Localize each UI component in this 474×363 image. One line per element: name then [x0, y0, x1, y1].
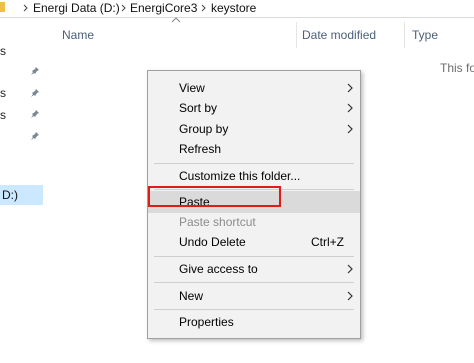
menu-separator	[154, 282, 354, 283]
menu-item-paste-shortcut[interactable]: Paste shortcut	[148, 211, 360, 233]
menu-item-sort-by[interactable]: Sort by	[148, 97, 360, 119]
folder-edge-icon	[0, 2, 5, 12]
pin-icon[interactable]	[30, 131, 40, 141]
chevron-right-icon	[347, 124, 353, 134]
menu-item-properties[interactable]: Properties	[148, 311, 360, 333]
menu-item-view[interactable]: View	[148, 77, 360, 99]
menu-item-undo-delete[interactable]: Undo Delete Ctrl+Z	[148, 231, 360, 253]
column-header-date-modified[interactable]: Date modified	[302, 28, 376, 42]
menu-item-label: Paste shortcut	[179, 215, 256, 229]
nav-item-label: D:)	[2, 188, 18, 202]
sort-up-icon	[171, 17, 181, 23]
chevron-right-icon[interactable]	[200, 0, 208, 19]
breadcrumb-item-keystore[interactable]: keystore	[211, 1, 256, 15]
address-bar[interactable]: Energi Data (D:) EnergiCore3 keystore	[0, 0, 474, 18]
menu-item-give-access[interactable]: Give access to	[148, 258, 360, 280]
pin-icon[interactable]	[30, 109, 40, 119]
chevron-right-icon	[347, 264, 353, 274]
menu-item-label: Group by	[179, 122, 229, 136]
column-header-name[interactable]: Name	[62, 28, 94, 42]
menu-item-label: View	[179, 81, 205, 95]
column-divider[interactable]	[404, 22, 405, 48]
menu-separator	[154, 256, 354, 257]
breadcrumb-item-energicore3[interactable]: EnergiCore3	[130, 1, 197, 15]
menu-item-label: Undo Delete	[179, 235, 246, 249]
menu-item-label: New	[179, 289, 204, 303]
breadcrumb-left-edge	[0, 0, 8, 18]
column-divider[interactable]	[296, 22, 297, 48]
menu-item-refresh[interactable]: Refresh	[148, 138, 360, 160]
chevron-right-icon	[347, 103, 353, 113]
menu-separator	[154, 309, 354, 310]
menu-item-group-by[interactable]: Group by	[148, 118, 360, 140]
chevron-right-icon	[347, 83, 353, 93]
empty-folder-message: This fo	[440, 61, 474, 75]
nav-item-fragment[interactable]: s	[0, 108, 6, 122]
paste-highlight-box	[148, 186, 281, 207]
breadcrumb-item-drive[interactable]: Energi Data (D:)	[33, 1, 120, 15]
nav-item-fragment[interactable]: s	[0, 86, 6, 100]
menu-item-label: Customize this folder...	[179, 169, 301, 183]
nav-item-selected-drive[interactable]: D:)	[0, 185, 43, 205]
menu-item-shortcut: Ctrl+Z	[311, 235, 344, 249]
menu-item-label: Give access to	[179, 262, 258, 276]
chevron-right-icon[interactable]	[22, 0, 30, 19]
menu-separator	[154, 163, 354, 164]
chevron-right-icon	[347, 291, 353, 301]
pin-icon[interactable]	[30, 88, 40, 98]
menu-item-new[interactable]: New	[148, 285, 360, 307]
menu-item-label: Refresh	[179, 142, 222, 156]
nav-item-fragment[interactable]: s	[0, 44, 6, 58]
menu-item-label: Properties	[179, 315, 234, 329]
chevron-right-icon[interactable]	[120, 0, 128, 19]
menu-item-label: Sort by	[179, 101, 218, 115]
pin-icon[interactable]	[30, 66, 40, 76]
column-header-type[interactable]: Type	[412, 28, 438, 42]
menu-item-customize-folder[interactable]: Customize this folder...	[148, 165, 360, 187]
